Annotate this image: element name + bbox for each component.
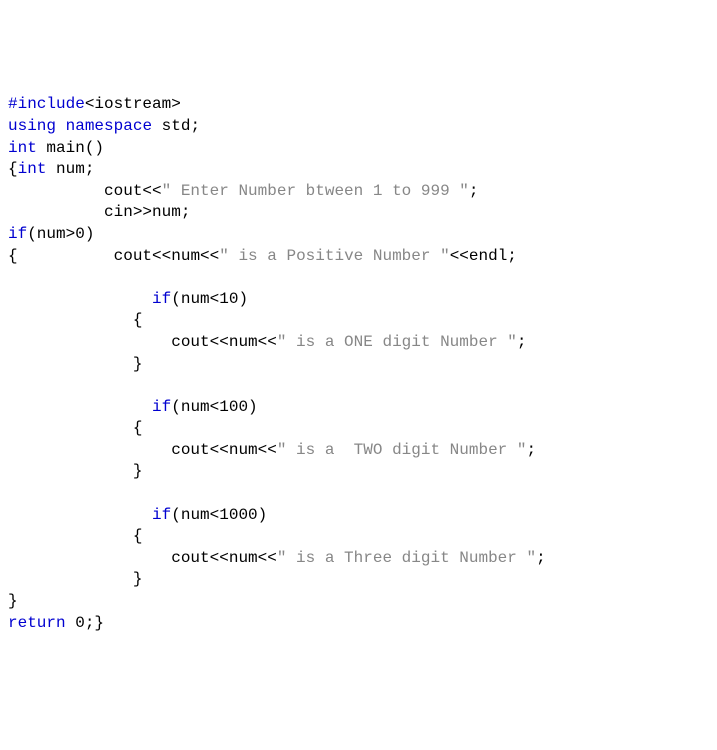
text-semi: ; (517, 333, 527, 351)
brace-open: { (8, 527, 142, 545)
keyword-int: int (18, 160, 47, 178)
string-literal: " is a TWO digit Number " (277, 441, 527, 459)
text-cout: cout<<num<< (8, 333, 277, 351)
keyword-if: if (152, 290, 171, 308)
text-pad (8, 290, 152, 308)
text-endl: <<endl; (450, 247, 517, 265)
keyword-return: return (8, 614, 66, 632)
text-cout: cout<<num<< (8, 549, 277, 567)
text-cout: cout<< (8, 182, 162, 200)
string-literal: " Enter Number btween 1 to 999 " (162, 182, 469, 200)
text-cond: (num>0) (27, 225, 94, 243)
code-listing: #include<iostream> using namespace std; … (8, 94, 709, 634)
keyword-if: if (152, 506, 171, 524)
space (56, 117, 66, 135)
text-return-tail: 0;} (66, 614, 104, 632)
text-semi: ; (536, 549, 546, 567)
text-cin: cin>>num; (8, 203, 190, 221)
text-cond: (num<1000) (171, 506, 267, 524)
text-cout: cout<<num<< (18, 247, 220, 265)
brace-close: } (8, 462, 142, 480)
text-cout: cout<<num<< (8, 441, 277, 459)
brace-open: { (8, 311, 142, 329)
text-semi: ; (469, 182, 479, 200)
text-std: std; (152, 117, 200, 135)
text-semi: ; (526, 441, 536, 459)
string-literal: " is a Positive Number " (219, 247, 449, 265)
text-cond: (num<10) (171, 290, 248, 308)
brace-close: } (8, 355, 142, 373)
text-cond: (num<100) (171, 398, 257, 416)
text-pad (8, 398, 152, 416)
text-pad (8, 506, 152, 524)
keyword-int: int (8, 139, 37, 157)
brace-close: } (8, 570, 142, 588)
brace-open: { (8, 160, 18, 178)
brace-open: { (8, 419, 142, 437)
brace-open: { (8, 247, 18, 265)
keyword-include: #include (8, 95, 85, 113)
text-main: main() (37, 139, 104, 157)
keyword-if: if (152, 398, 171, 416)
string-literal: " is a Three digit Number " (277, 549, 536, 567)
keyword-using: using (8, 117, 56, 135)
text-num-decl: num; (46, 160, 94, 178)
string-literal: " is a ONE digit Number " (277, 333, 517, 351)
header-name: <iostream> (85, 95, 181, 113)
brace-close: } (8, 592, 18, 610)
keyword-if: if (8, 225, 27, 243)
keyword-namespace: namespace (66, 117, 152, 135)
